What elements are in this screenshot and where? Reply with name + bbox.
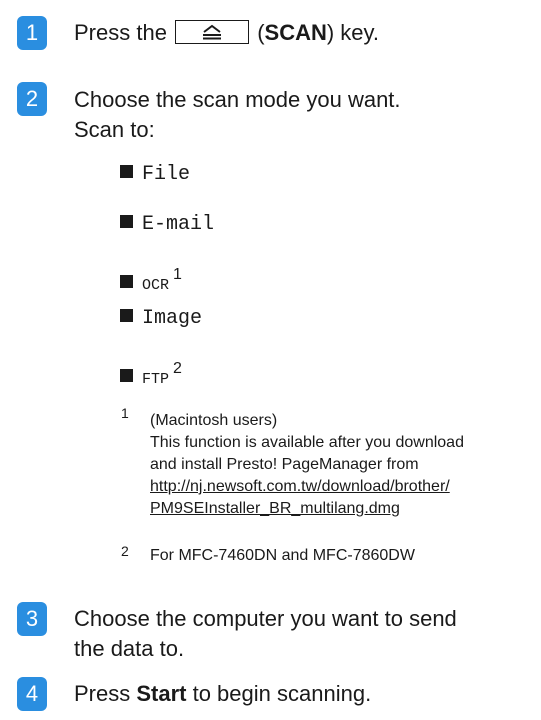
step-number-badge: 2: [17, 82, 47, 116]
step-1-text: Press the (SCAN) key.: [74, 18, 379, 48]
footnote-ref: 2: [173, 360, 182, 377]
step-3-line-2: the data to.: [74, 636, 185, 661]
step-number-badge: 1: [17, 16, 47, 50]
footnote-body: (Macintosh users) This function is avail…: [150, 402, 525, 520]
footnote-text: For MFC-7460DN and MFC-7860DW: [150, 547, 415, 564]
step-number-badge: 3: [17, 602, 47, 636]
list-item: Image: [120, 306, 202, 332]
list-item: FTP2: [120, 356, 182, 393]
footnote-line: (Macintosh users): [150, 412, 278, 429]
square-bullet-icon: [120, 165, 133, 178]
footnote-ref: 1: [173, 266, 182, 283]
step-number-badge: 4: [17, 677, 47, 711]
scan-mode-label: OCR: [142, 277, 170, 294]
square-bullet-icon: [120, 215, 133, 228]
step-1-text-before: Press the: [74, 20, 167, 45]
scan-mode-label: File: [142, 163, 191, 186]
step-4-text-after: to begin scanning.: [186, 681, 372, 706]
scan-mode-label: Image: [142, 307, 203, 330]
paren-open: (: [257, 20, 265, 45]
scan-key-name: SCAN: [264, 20, 327, 45]
step-2-line-2: Scan to:: [74, 117, 155, 142]
list-item: E-mail: [120, 212, 214, 238]
square-bullet-icon: [120, 309, 133, 322]
scan-key: [175, 20, 250, 44]
step-3-line-1: Choose the computer you want to send: [74, 606, 457, 631]
list-item: OCR1: [120, 262, 182, 299]
square-bullet-icon: [120, 369, 133, 382]
scan-mode-label: FTP: [142, 371, 170, 388]
step-1-text-after: key.: [334, 20, 380, 45]
footnote-1: 1 (Macintosh users) This function is ava…: [0, 402, 541, 532]
download-link[interactable]: PM9SEInstaller_BR_multilang.dmg: [150, 498, 525, 520]
list-item: File: [120, 162, 190, 188]
footnote-2: 2 For MFC-7460DN and MFC-7860DW: [0, 540, 541, 570]
start-key-name: Start: [136, 681, 187, 706]
scan-mode-label: E-mail: [142, 213, 215, 236]
square-bullet-icon: [120, 275, 133, 288]
download-link[interactable]: http://nj.newsoft.com.tw/download/brothe…: [150, 476, 525, 498]
footnote-number: 1: [121, 405, 129, 421]
footnote-line: This function is available after you dow…: [150, 434, 464, 451]
step-2-line-1: Choose the scan mode you want.: [74, 87, 401, 112]
footnote-line: and install Presto! PageManager from: [150, 456, 419, 473]
step-4-text: Press Start to begin scanning.: [74, 679, 371, 709]
step-4-text-before: Press: [74, 681, 137, 706]
scan-key-icon: [203, 24, 222, 40]
footnote-number: 2: [121, 543, 129, 559]
